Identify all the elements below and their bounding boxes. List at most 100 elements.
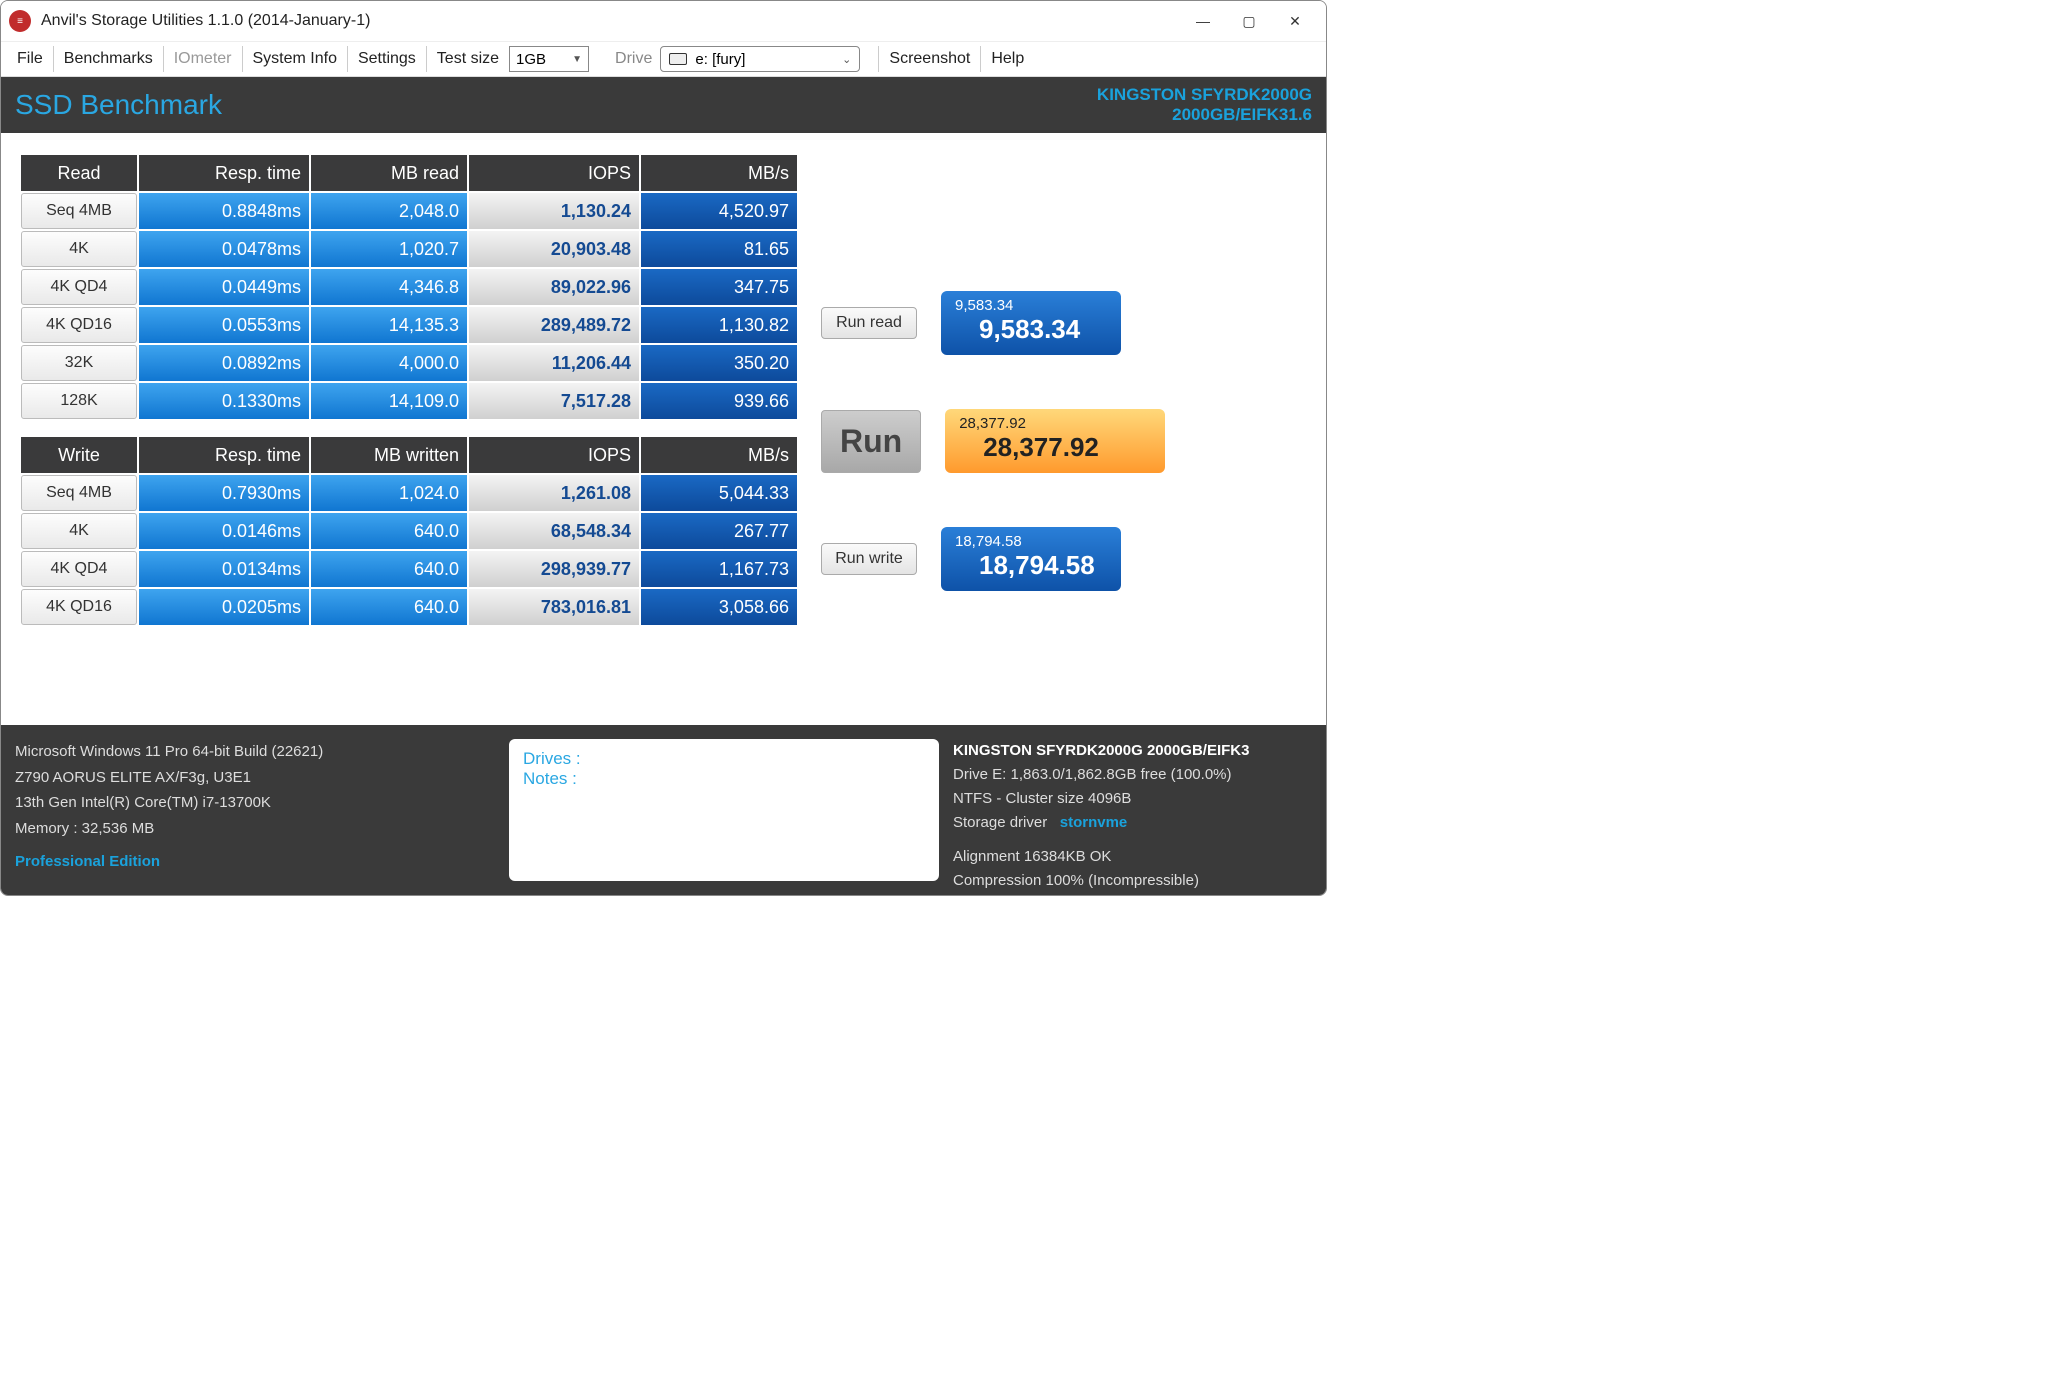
menu-drive-label: Drive bbox=[607, 46, 660, 72]
row-label[interactable]: 4K QD16 bbox=[21, 307, 137, 343]
mb-read-cell: 1,020.7 bbox=[311, 231, 467, 267]
device-capacity: 2000GB/EIFK31.6 bbox=[1097, 105, 1312, 125]
row-label[interactable]: 4K bbox=[21, 513, 137, 549]
write-header-mb: MB written bbox=[311, 437, 467, 473]
write-score-big: 18,794.58 bbox=[955, 550, 1107, 581]
resp-time-cell: 0.0892ms bbox=[139, 345, 309, 381]
drive-details: KINGSTON SFYRDK2000G 2000GB/EIFK3 Drive … bbox=[953, 739, 1312, 881]
run-read-button[interactable]: Run read bbox=[821, 307, 917, 339]
menu-help[interactable]: Help bbox=[981, 46, 1034, 72]
memory-info: Memory : 32,536 MB bbox=[15, 816, 495, 842]
table-row: 4K QD160.0553ms14,135.3289,489.721,130.8… bbox=[21, 307, 797, 343]
read-header-iops: IOPS bbox=[469, 155, 639, 191]
mbs-cell: 3,058.66 bbox=[641, 589, 797, 625]
table-row: 32K0.0892ms4,000.011,206.44350.20 bbox=[21, 345, 797, 381]
read-score-big: 9,583.34 bbox=[955, 314, 1107, 345]
iops-cell: 20,903.48 bbox=[469, 231, 639, 267]
write-table: Write Resp. time MB written IOPS MB/s Se… bbox=[19, 435, 799, 627]
chevron-down-icon: ⌄ bbox=[842, 53, 851, 66]
row-label[interactable]: 128K bbox=[21, 383, 137, 419]
mb-read-cell: 14,109.0 bbox=[311, 383, 467, 419]
iops-cell: 1,130.24 bbox=[469, 193, 639, 229]
drive-driver-name: stornvme bbox=[1060, 814, 1128, 831]
mbs-cell: 5,044.33 bbox=[641, 475, 797, 511]
chevron-down-icon: ▼ bbox=[572, 54, 582, 65]
window-controls: — ▢ ✕ bbox=[1180, 4, 1318, 38]
run-button[interactable]: Run bbox=[821, 410, 921, 473]
resp-time-cell: 0.8848ms bbox=[139, 193, 309, 229]
drive-select[interactable]: e: [fury] ⌄ bbox=[660, 46, 860, 72]
minimize-button[interactable]: — bbox=[1180, 4, 1226, 38]
write-header-mbs: MB/s bbox=[641, 437, 797, 473]
test-size-select[interactable]: 1GB ▼ bbox=[509, 46, 589, 72]
read-score-small: 9,583.34 bbox=[955, 297, 1107, 314]
close-button[interactable]: ✕ bbox=[1272, 4, 1318, 38]
mbs-cell: 267.77 bbox=[641, 513, 797, 549]
device-name: KINGSTON SFYRDK2000G bbox=[1097, 85, 1312, 105]
table-row: 4K QD40.0134ms640.0298,939.771,167.73 bbox=[21, 551, 797, 587]
resp-time-cell: 0.0478ms bbox=[139, 231, 309, 267]
window-title: Anvil's Storage Utilities 1.1.0 (2014-Ja… bbox=[41, 12, 1180, 30]
resp-time-cell: 0.0205ms bbox=[139, 589, 309, 625]
iops-cell: 7,517.28 bbox=[469, 383, 639, 419]
menu-test-size-label: Test size bbox=[427, 46, 509, 72]
disk-icon bbox=[669, 53, 687, 65]
menu-benchmarks[interactable]: Benchmarks bbox=[54, 46, 164, 72]
table-row: 4K0.0478ms1,020.720,903.4881.65 bbox=[21, 231, 797, 267]
mb-read-cell: 4,000.0 bbox=[311, 345, 467, 381]
menu-settings[interactable]: Settings bbox=[348, 46, 427, 72]
mb-written-cell: 1,024.0 bbox=[311, 475, 467, 511]
test-size-value: 1GB bbox=[516, 51, 546, 68]
resp-time-cell: 0.0449ms bbox=[139, 269, 309, 305]
table-row: 4K QD160.0205ms640.0783,016.813,058.66 bbox=[21, 589, 797, 625]
read-header-label: Read bbox=[21, 155, 137, 191]
row-label[interactable]: 32K bbox=[21, 345, 137, 381]
system-info: Microsoft Windows 11 Pro 64-bit Build (2… bbox=[15, 739, 495, 881]
motherboard-info: Z790 AORUS ELITE AX/F3g, U3E1 bbox=[15, 765, 495, 791]
mb-read-cell: 14,135.3 bbox=[311, 307, 467, 343]
read-header-resp: Resp. time bbox=[139, 155, 309, 191]
write-score-small: 18,794.58 bbox=[955, 533, 1107, 550]
total-score-box: 28,377.92 28,377.92 bbox=[945, 409, 1165, 473]
total-score-row: Run 28,377.92 28,377.92 bbox=[821, 409, 1165, 473]
resp-time-cell: 0.1330ms bbox=[139, 383, 309, 419]
iops-cell: 289,489.72 bbox=[469, 307, 639, 343]
read-header-mbs: MB/s bbox=[641, 155, 797, 191]
drive-fs: NTFS - Cluster size 4096B bbox=[953, 787, 1312, 811]
read-score-row: Run read 9,583.34 9,583.34 bbox=[821, 291, 1165, 355]
row-label[interactable]: Seq 4MB bbox=[21, 475, 137, 511]
maximize-button[interactable]: ▢ bbox=[1226, 4, 1272, 38]
resp-time-cell: 0.0553ms bbox=[139, 307, 309, 343]
page-title: SSD Benchmark bbox=[15, 89, 222, 121]
titlebar: ≡ Anvil's Storage Utilities 1.1.0 (2014-… bbox=[1, 1, 1326, 41]
drive-alignment: Alignment 16384KB OK bbox=[953, 845, 1312, 869]
mb-written-cell: 640.0 bbox=[311, 589, 467, 625]
mb-read-cell: 4,346.8 bbox=[311, 269, 467, 305]
app-window: ≡ Anvil's Storage Utilities 1.1.0 (2014-… bbox=[0, 0, 1327, 896]
write-header-resp: Resp. time bbox=[139, 437, 309, 473]
row-label[interactable]: 4K bbox=[21, 231, 137, 267]
drive-heading: KINGSTON SFYRDK2000G 2000GB/EIFK3 bbox=[953, 739, 1312, 763]
notes-box[interactable]: Drives : Notes : bbox=[509, 739, 939, 881]
row-label[interactable]: 4K QD4 bbox=[21, 551, 137, 587]
menu-system-info[interactable]: System Info bbox=[243, 46, 348, 72]
menubar: File Benchmarks IOmeter System Info Sett… bbox=[1, 41, 1326, 77]
app-icon: ≡ bbox=[9, 10, 31, 32]
mbs-cell: 939.66 bbox=[641, 383, 797, 419]
score-column: Run read 9,583.34 9,583.34 Run 28,377.92… bbox=[817, 153, 1165, 725]
row-label[interactable]: 4K QD4 bbox=[21, 269, 137, 305]
main-content: Read Resp. time MB read IOPS MB/s Seq 4M… bbox=[1, 133, 1326, 725]
read-header-mb: MB read bbox=[311, 155, 467, 191]
table-row: 4K0.0146ms640.068,548.34267.77 bbox=[21, 513, 797, 549]
mb-read-cell: 2,048.0 bbox=[311, 193, 467, 229]
benchmark-tables: Read Resp. time MB read IOPS MB/s Seq 4M… bbox=[19, 153, 799, 725]
row-label[interactable]: Seq 4MB bbox=[21, 193, 137, 229]
menu-screenshot[interactable]: Screenshot bbox=[878, 46, 981, 72]
menu-file[interactable]: File bbox=[7, 46, 54, 72]
notes-label: Notes : bbox=[523, 769, 925, 789]
run-write-button[interactable]: Run write bbox=[821, 543, 917, 575]
table-row: 4K QD40.0449ms4,346.889,022.96347.75 bbox=[21, 269, 797, 305]
read-score-box: 9,583.34 9,583.34 bbox=[941, 291, 1121, 355]
row-label[interactable]: 4K QD16 bbox=[21, 589, 137, 625]
menu-iometer[interactable]: IOmeter bbox=[164, 46, 243, 72]
